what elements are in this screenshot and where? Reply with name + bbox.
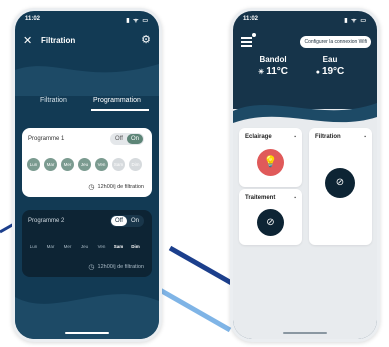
active-tab-indicator: [91, 109, 149, 111]
day-jeu[interactable]: Jeu: [78, 240, 91, 253]
header-wave: [15, 64, 159, 96]
programme-toggle[interactable]: Off On: [110, 133, 144, 145]
treatment-off-icon[interactable]: ⊘: [257, 209, 284, 236]
tile-settings-icon[interactable]: ▪: [294, 134, 296, 140]
status-bar: 11:02 ▮ ᯤ ▭: [243, 16, 367, 26]
phone-dashboard: 11:02 ▮ ᯤ ▭ Configurer la connexion Wifi…: [230, 8, 380, 342]
home-indicator: [65, 332, 109, 334]
status-time: 11:02: [25, 16, 41, 22]
day-selector: Lun Mar Mer Jeu Ven Sam Dim: [27, 240, 147, 254]
tab-programmation[interactable]: Programmation: [93, 97, 141, 104]
tile-filtration[interactable]: Filtration ▪ ⊘: [309, 128, 372, 245]
notification-dot: [252, 33, 256, 37]
tab-filtration[interactable]: Filtration: [40, 97, 67, 104]
toggle-off[interactable]: Off: [111, 216, 127, 226]
close-icon[interactable]: ✕: [23, 36, 32, 47]
day-dim[interactable]: Dim: [129, 240, 142, 253]
screen-filtration: 11:02 ▮ ᯤ ▭ ✕ Filtration ⚙ Filtration Pr…: [15, 11, 159, 339]
top-bar: ✕ Filtration ⚙: [15, 33, 159, 53]
tile-traitement[interactable]: Traitement ▪ ⊘: [239, 189, 302, 245]
day-lun[interactable]: Lun: [27, 158, 40, 171]
weather-location: Bandol: [259, 55, 287, 64]
page-title: Filtration: [41, 36, 76, 45]
configure-wifi-button[interactable]: Configurer la connexion Wifi: [300, 36, 371, 48]
filtration-text: 12h00/j de filtration: [97, 184, 144, 190]
toggle-on[interactable]: On: [127, 134, 143, 144]
status-icons: ▮ ᯤ ▭: [344, 18, 367, 24]
day-sam[interactable]: Sam: [112, 240, 125, 253]
day-mar[interactable]: Mar: [44, 240, 57, 253]
toggle-off[interactable]: Off: [111, 134, 127, 144]
pump-off-icon[interactable]: ⊘: [325, 168, 355, 198]
tab-bar: Filtration Programmation: [15, 97, 159, 113]
tile-title: Traitement: [245, 195, 276, 201]
filtration-text: 12h00/j de filtration: [97, 264, 144, 270]
home-indicator: [283, 332, 327, 334]
tile-title: Filtration: [315, 134, 341, 140]
day-ven[interactable]: Ven: [95, 158, 108, 171]
weather-location: Eau: [322, 55, 338, 64]
day-selector: Lun Mar Mer Jeu Ven Sam Dim: [27, 158, 147, 172]
toggle-on[interactable]: On: [127, 216, 143, 226]
filtration-duration: ◷ 12h00/j de filtration: [88, 183, 144, 191]
tile-eclairage[interactable]: Eclairage ▪ 💡: [239, 128, 302, 187]
weather-water: Eau ● 19°C: [300, 55, 360, 77]
menu-icon[interactable]: [241, 33, 256, 47]
weather-air: Bandol ☀ 11°C: [243, 55, 303, 77]
footer-wave: [15, 294, 159, 339]
day-mar[interactable]: Mar: [44, 158, 57, 171]
weather-temp: 19°C: [321, 66, 345, 77]
screen-dashboard: 11:02 ▮ ᯤ ▭ Configurer la connexion Wifi…: [233, 11, 377, 339]
clock-icon: ◷: [88, 184, 95, 191]
tile-settings-icon[interactable]: ▪: [294, 195, 296, 201]
weather-temp-row: ☀ 11°C: [243, 66, 303, 77]
programme-card-1[interactable]: Programme 1 Off On Lun Mar Mer Jeu Ven S…: [22, 128, 152, 197]
day-jeu[interactable]: Jeu: [78, 158, 91, 171]
weather-temp: 11°C: [266, 66, 289, 77]
clock-icon: ◷: [88, 264, 95, 271]
day-lun[interactable]: Lun: [27, 240, 40, 253]
day-mer[interactable]: Mer: [61, 158, 74, 171]
day-ven[interactable]: Ven: [95, 240, 108, 253]
programme-toggle[interactable]: Off On: [110, 215, 144, 227]
tile-title: Eclairage: [245, 134, 272, 140]
tile-settings-icon[interactable]: ▪: [364, 134, 366, 140]
lightbulb-icon[interactable]: 💡: [257, 149, 284, 176]
programme-card-2[interactable]: Programme 2 Off On Lun Mar Mer Jeu Ven S…: [22, 210, 152, 277]
day-dim[interactable]: Dim: [129, 158, 142, 171]
status-bar: 11:02 ▮ ᯤ ▭: [25, 16, 149, 26]
sun-icon: ☀: [257, 69, 265, 76]
programme-name: Programme 2: [28, 218, 65, 224]
day-sam[interactable]: Sam: [112, 158, 125, 171]
gear-icon[interactable]: ⚙: [141, 35, 151, 46]
weather-temp-row: ● 19°C: [300, 66, 360, 77]
phone-filtration: 11:02 ▮ ᯤ ▭ ✕ Filtration ⚙ Filtration Pr…: [12, 8, 162, 342]
filtration-duration: ◷ 12h00/j de filtration: [88, 263, 144, 271]
water-drop-icon: ●: [315, 69, 320, 76]
day-mer[interactable]: Mer: [61, 240, 74, 253]
programme-name: Programme 1: [28, 136, 65, 142]
status-icons: ▮ ᯤ ▭: [126, 18, 149, 24]
status-time: 11:02: [243, 16, 259, 22]
